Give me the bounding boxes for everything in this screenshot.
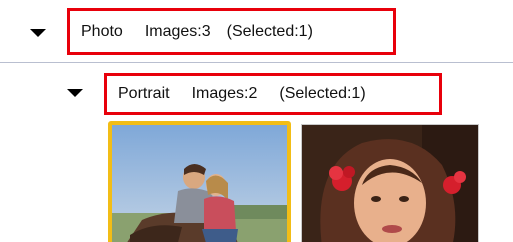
group-divider xyxy=(0,62,513,63)
portrait-selected-count: (Selected:1) xyxy=(279,85,366,102)
photo-group-header[interactable]: Photo Images:3 (Selected:1) xyxy=(67,8,396,55)
portrait-images-count: Images:2 xyxy=(191,85,258,102)
photo-images-count: Images:3 xyxy=(144,22,211,40)
woman-with-red-flowers-photo xyxy=(302,125,478,242)
image-thumbnail-selected[interactable] xyxy=(108,121,291,242)
couple-on-horse-photo xyxy=(112,125,287,242)
photo-expand-toggle-icon[interactable] xyxy=(30,29,46,37)
portrait-group-name: Portrait xyxy=(118,85,170,102)
image-thumbnail[interactable] xyxy=(301,124,479,242)
portrait-expand-toggle-icon[interactable] xyxy=(67,89,83,97)
photo-group-name: Photo xyxy=(81,22,123,40)
photo-selected-count: (Selected:1) xyxy=(226,22,313,40)
image-group-panel: Photo Images:3 (Selected:1) Portrait Ima… xyxy=(0,0,513,242)
portrait-group-header[interactable]: Portrait Images:2 (Selected:1) xyxy=(104,73,442,115)
